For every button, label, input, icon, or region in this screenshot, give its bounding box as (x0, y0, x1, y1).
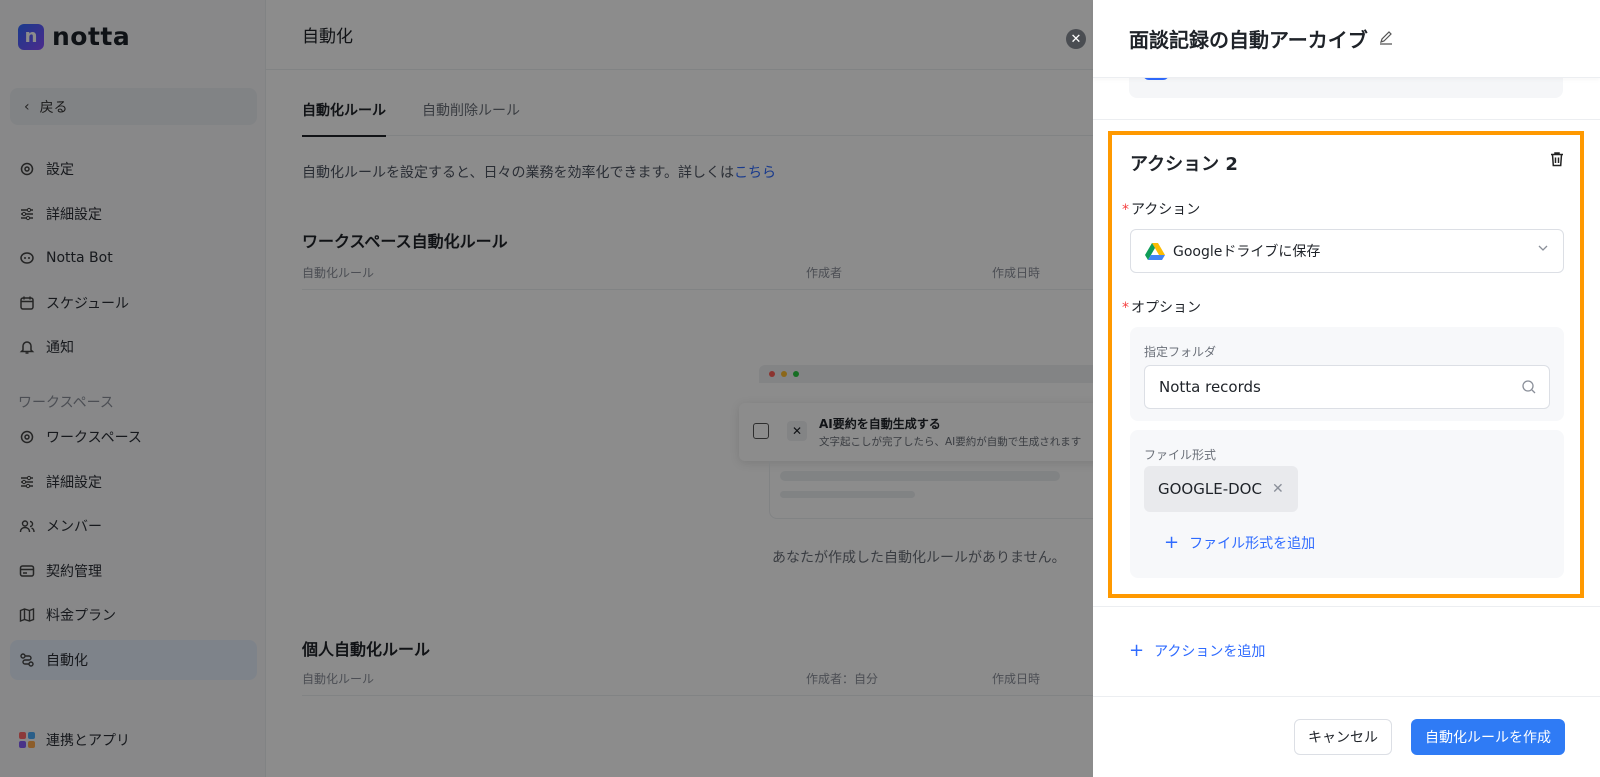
action-label-text: アクション (1131, 202, 1201, 218)
action-title: アクション 2 (1130, 154, 1238, 175)
drawer-header: 面談記録の自動アーカイブ (1093, 0, 1600, 78)
required-mark: * (1122, 300, 1129, 316)
format-option-panel: ファイル形式 GOOGLE-DOC ✕ + ファイル形式を追加 (1130, 430, 1564, 578)
plus-icon: + (1129, 640, 1145, 661)
format-chip: GOOGLE-DOC ✕ (1144, 466, 1298, 512)
format-chip-label: GOOGLE-DOC (1158, 480, 1262, 498)
folder-option-panel: 指定フォルダ Notta records (1130, 327, 1564, 421)
create-rule-button[interactable]: 自動化ルールを作成 (1411, 719, 1565, 755)
rule-drawer: 面談記録の自動アーカイブ アクション 2 * アクション Googleドライブに保… (1093, 0, 1600, 777)
divider (1093, 119, 1600, 120)
add-format-button[interactable]: + ファイル形式を追加 (1164, 532, 1315, 553)
drawer-title: 面談記録の自動アーカイブ (1129, 28, 1368, 52)
action-2-card: アクション 2 * アクション Googleドライブに保存 * オプション 指定フォ… (1108, 131, 1584, 598)
add-action-button[interactable]: + アクションを追加 (1129, 640, 1265, 661)
action-select[interactable]: Googleドライブに保存 (1130, 229, 1564, 273)
close-icon: ✕ (1070, 31, 1082, 47)
modal-overlay[interactable] (0, 0, 1093, 777)
action-field-label: * アクション (1122, 199, 1200, 219)
delete-action-button[interactable] (1548, 150, 1568, 170)
footer-divider (1093, 696, 1600, 697)
chevron-down-icon (1537, 242, 1549, 257)
close-drawer-button[interactable]: ✕ (1066, 29, 1086, 49)
add-action-label: アクションを追加 (1154, 643, 1266, 660)
google-drive-icon (1145, 243, 1165, 260)
format-label: ファイル形式 (1144, 448, 1217, 462)
remove-chip-icon[interactable]: ✕ (1272, 481, 1284, 497)
folder-input-value: Notta records (1159, 378, 1261, 396)
cancel-button[interactable]: キャンセル (1294, 719, 1392, 755)
plus-icon: + (1164, 532, 1180, 553)
trash-icon (1551, 152, 1563, 167)
action-select-value: Googleドライブに保存 (1173, 244, 1321, 260)
folder-input[interactable]: Notta records (1144, 365, 1550, 409)
divider (1093, 606, 1600, 607)
edit-title-button[interactable] (1378, 29, 1394, 49)
option-field-label: * オプション (1122, 297, 1201, 317)
required-mark: * (1122, 202, 1129, 218)
search-icon[interactable] (1521, 379, 1537, 399)
pencil-icon (1379, 30, 1392, 45)
add-format-label: ファイル形式を追加 (1189, 535, 1316, 552)
option-label-text: オプション (1131, 300, 1201, 316)
folder-label: 指定フォルダ (1144, 345, 1217, 359)
